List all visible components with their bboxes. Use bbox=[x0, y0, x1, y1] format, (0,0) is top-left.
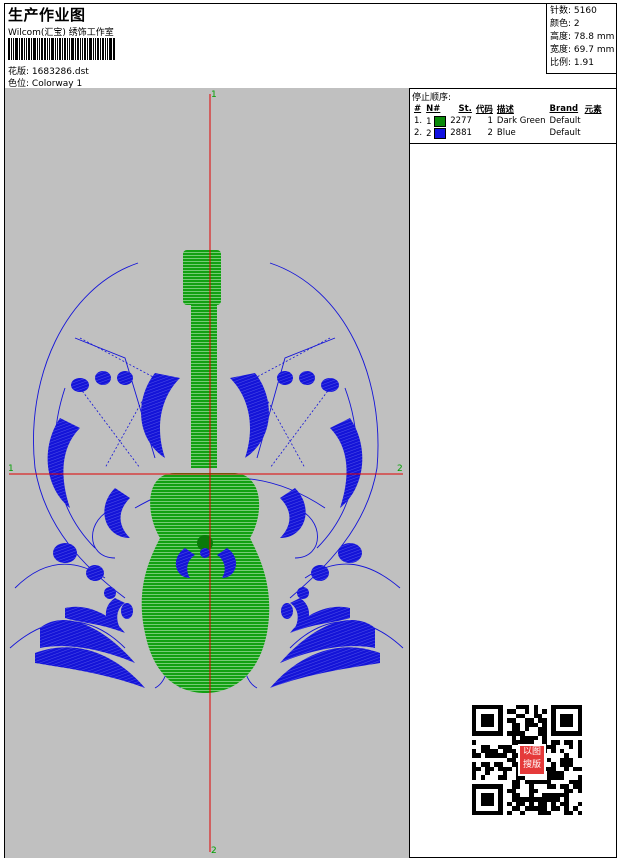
col-desc: 描述 bbox=[496, 104, 514, 115]
table-row[interactable]: 1. 1 2277 1 Dark Green Default bbox=[412, 115, 604, 127]
studio-name: Wilcom(汇宝) 绣饰工作室 bbox=[8, 28, 114, 38]
stat-colors: 颜色: 2 bbox=[550, 19, 580, 29]
sheet-title: 生产作业图 bbox=[8, 6, 86, 24]
axis-bottom-label: 2 bbox=[211, 846, 217, 856]
guitar-motif bbox=[141, 250, 270, 693]
stats-box: 针数: 5160 颜色: 2 高度: 78.8 mm 宽度: 69.7 mm 比… bbox=[546, 4, 616, 74]
col-num: # bbox=[414, 103, 422, 114]
production-sheet: 生产作业图 Wilcom(汇宝) 绣饰工作室 花版: 1683286.dst 色… bbox=[4, 3, 617, 858]
col-brand: Brand bbox=[549, 103, 579, 114]
stop-sequence-table: # N# St. 代码 描述 Brand 元素 1. 1 2277 1 Dark… bbox=[412, 102, 604, 139]
col-element: 元素 bbox=[584, 104, 602, 115]
table-header-row: # N# St. 代码 描述 Brand 元素 bbox=[412, 102, 604, 115]
stat-height: 高度: 78.8 mm bbox=[550, 32, 615, 42]
col-code: 代码 bbox=[475, 104, 493, 115]
barcode bbox=[8, 38, 144, 60]
col-stitches: St. bbox=[458, 103, 472, 114]
table-row[interactable]: 2. 2 2881 2 Blue Default bbox=[412, 127, 604, 139]
stop-sequence-panel: 停止顺序: # N# St. 代码 描述 Brand 元素 1. 1 2277 bbox=[410, 88, 616, 144]
axis-right-label: 2 bbox=[397, 464, 403, 474]
axis-left-label: 1 bbox=[8, 464, 14, 474]
embroidery-design bbox=[9, 94, 404, 852]
design-preview[interactable]: 1 2 1 2 bbox=[5, 88, 410, 858]
search-by-image-seal: 以图搜版 bbox=[518, 744, 546, 776]
color-swatch bbox=[434, 115, 447, 127]
stat-scale: 比例: 1.91 bbox=[550, 58, 594, 68]
stat-stitches: 针数: 5160 bbox=[550, 6, 597, 16]
color-swatch bbox=[434, 127, 447, 139]
col-needle: N# bbox=[426, 103, 441, 114]
sheet-header: 生产作业图 Wilcom(汇宝) 绣饰工作室 花版: 1683286.dst 色… bbox=[5, 4, 616, 89]
axis-top-label: 1 bbox=[211, 90, 217, 100]
stat-width: 宽度: 69.7 mm bbox=[550, 45, 615, 55]
qr-code[interactable]: 以图搜版 bbox=[472, 705, 588, 817]
